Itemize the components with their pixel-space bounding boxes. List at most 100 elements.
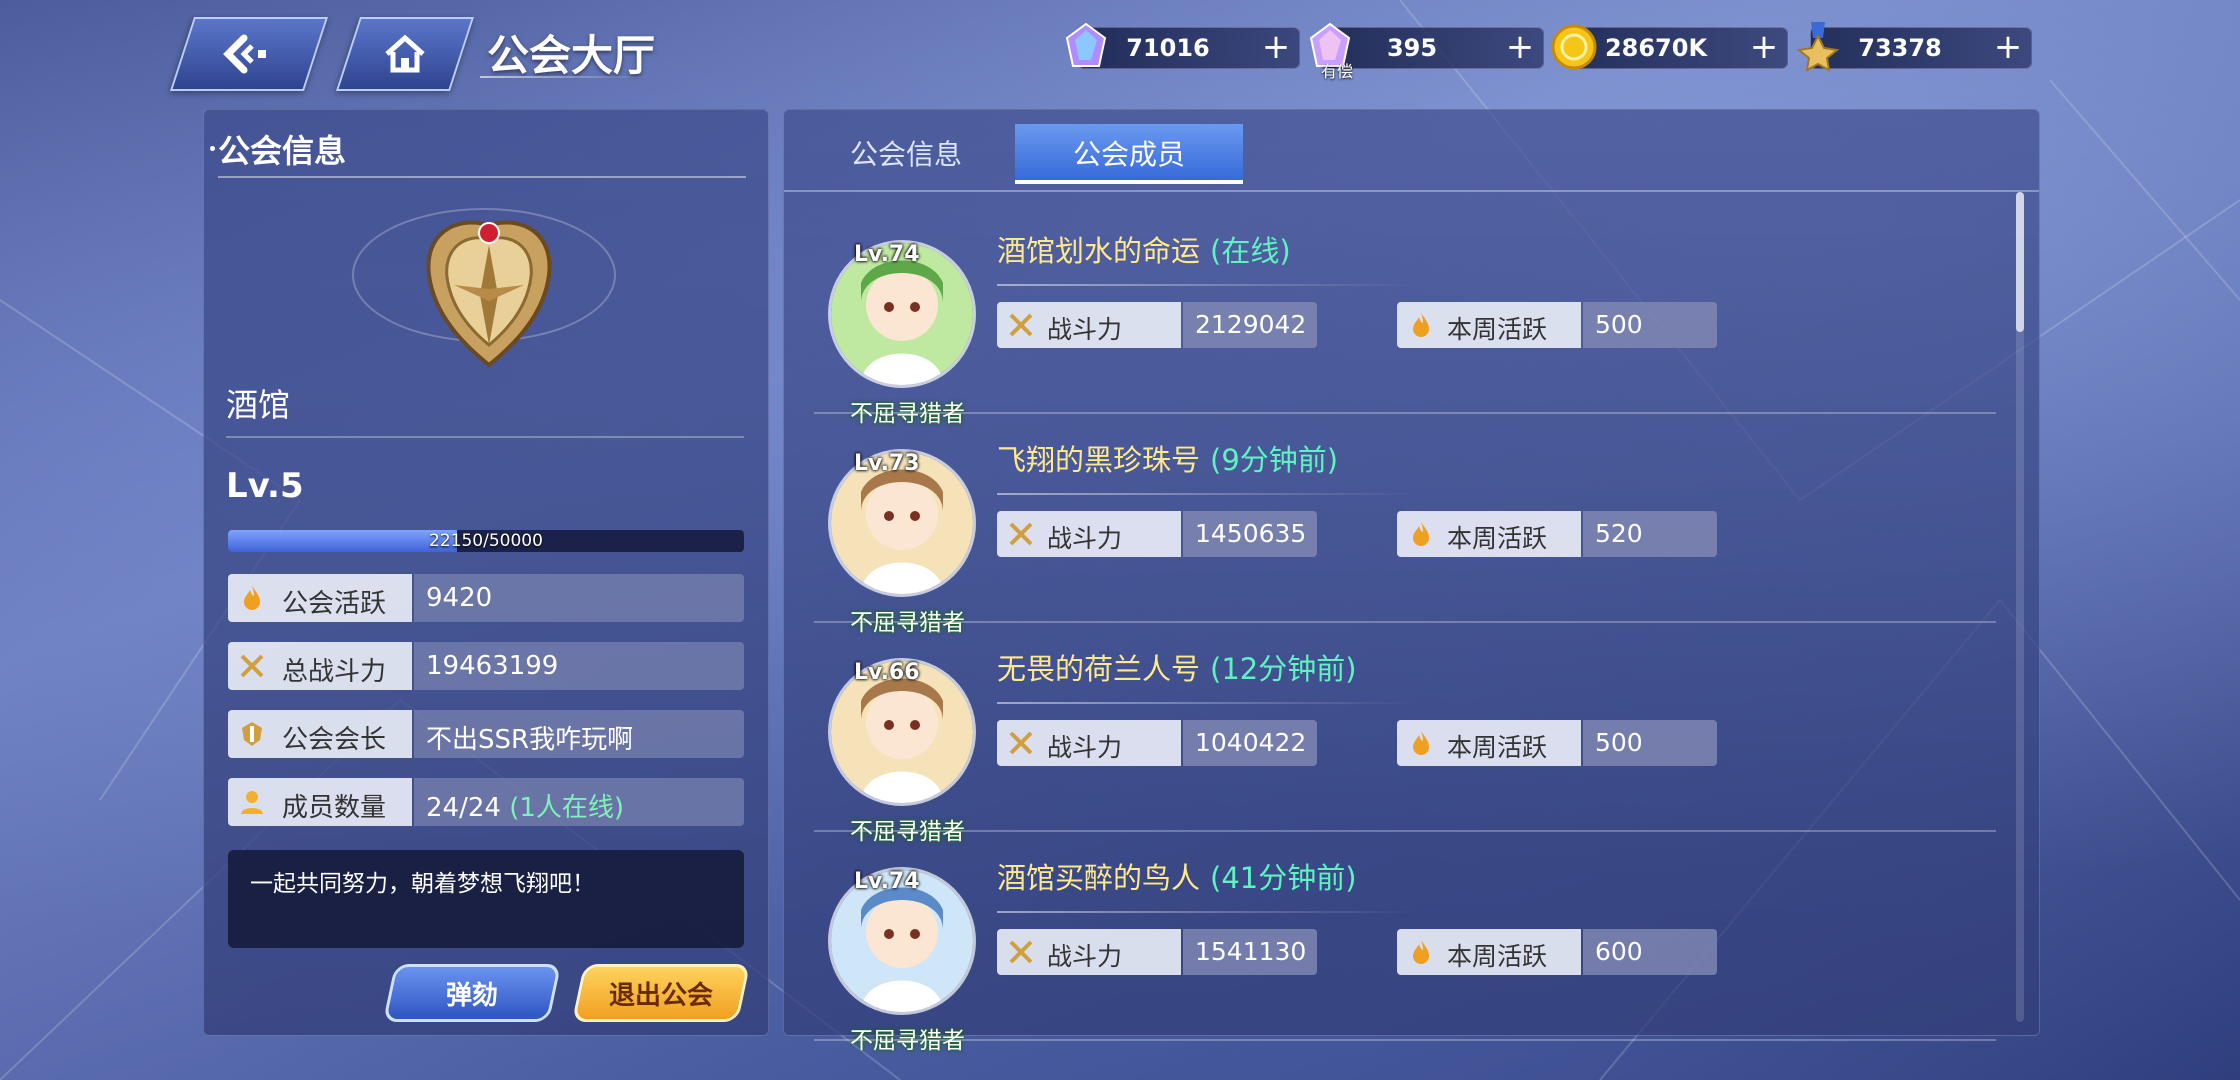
info-value-text: 9420	[426, 583, 493, 613]
guild-leader-row: 公会会长 不出SSR我咋玩啊	[228, 710, 744, 758]
guild-motto: 一起共同努力，朝着梦想飞翔吧！	[228, 850, 744, 948]
stat-label-text: 战斗力	[1047, 315, 1123, 344]
stat-label: 战斗力	[997, 302, 1181, 348]
stat-label: 本周活跃	[1397, 511, 1581, 557]
member-count: 24/24	[426, 793, 501, 823]
info-value: 9420	[414, 574, 744, 622]
member-power: 战斗力 1040422	[997, 720, 1317, 766]
member-divider	[814, 412, 1996, 414]
stat-value: 1450635	[1183, 511, 1317, 557]
stat-value-text: 1541130	[1195, 937, 1307, 966]
member-power: 战斗力 1541130	[997, 929, 1317, 975]
stat-value: 500	[1583, 720, 1717, 766]
member-row[interactable]: Lv.74 不屈寻猎者 酒馆买醉的鸟人 (41分钟前) 战斗力 1541130 本…	[794, 841, 2024, 1054]
member-weekly-activity: 本周活跃 520	[1397, 511, 1717, 557]
guild-crest-icon	[242, 722, 262, 746]
member-avatar[interactable]: Lv.73 不屈寻猎者	[822, 443, 976, 636]
member-avatar[interactable]: Lv.74 不屈寻猎者	[822, 861, 976, 1054]
stat-value-text: 600	[1595, 937, 1643, 966]
member-name-underline	[997, 702, 1417, 704]
info-label-text: 成员数量	[282, 793, 387, 823]
info-value-text: 19463199	[426, 651, 559, 681]
resource-medal: 73378 +	[1796, 22, 2032, 72]
add-gold-button[interactable]: +	[1747, 29, 1781, 67]
info-label-text: 公会会长	[282, 725, 387, 755]
member-divider	[814, 621, 1996, 623]
resource-paid-crystal: 有偿 395 +	[1309, 22, 1544, 81]
crossed-swords-icon	[240, 654, 264, 678]
guild-name: 酒馆	[226, 386, 291, 424]
member-name-line: 酒馆划水的命运 (在线)	[997, 228, 1291, 270]
stat-value-text: 1040422	[1195, 728, 1307, 757]
crossed-swords-icon	[1009, 940, 1033, 964]
resource-value: 73378	[1858, 34, 1942, 62]
member-row[interactable]: Lv.66 不屈寻猎者 无畏的荷兰人号 (12分钟前) 战斗力 1040422 本…	[794, 632, 2024, 845]
info-value: 19463199	[414, 642, 744, 690]
member-name: 酒馆划水的命运	[997, 234, 1201, 268]
member-name: 无畏的荷兰人号	[997, 652, 1201, 686]
stat-label-text: 战斗力	[1047, 942, 1123, 971]
member-name-underline	[997, 911, 1417, 913]
resource-value: 395	[1386, 34, 1438, 62]
stat-label: 本周活跃	[1397, 720, 1581, 766]
home-button[interactable]	[335, 17, 475, 91]
motto-text: 一起共同努力，朝着梦想飞翔吧！	[250, 871, 595, 897]
flame-icon	[1413, 731, 1429, 755]
member-avatar[interactable]: Lv.74 不屈寻猎者	[822, 234, 976, 427]
person-icon	[241, 791, 263, 814]
stat-value: 1040422	[1183, 720, 1317, 766]
leave-guild-button[interactable]: 退出公会	[571, 964, 751, 1022]
crossed-swords-icon	[1009, 522, 1033, 546]
member-count-row: 成员数量 24/24 (1人在线)	[228, 778, 744, 826]
stat-value-text: 2129042	[1195, 310, 1307, 339]
flame-icon	[244, 586, 260, 610]
member-avatar[interactable]: Lv.66 不屈寻猎者	[822, 652, 976, 845]
add-crystal-button[interactable]: +	[1259, 29, 1293, 67]
guild-exp-bar: 22150/50000	[228, 530, 744, 552]
member-level: Lv.74	[854, 242, 920, 267]
total-power-row: 总战斗力 19463199	[228, 642, 744, 690]
member-name-underline	[997, 493, 1417, 495]
member-name: 酒馆买醉的鸟人	[997, 861, 1201, 895]
tab-divider	[784, 190, 2039, 192]
stat-value-text: 520	[1595, 519, 1643, 548]
member-row[interactable]: Lv.74 不屈寻猎者 酒馆划水的命运 (在线) 战斗力 2129042 本周活跃	[794, 214, 2024, 427]
impeach-label: 弹劾	[445, 980, 498, 1011]
back-arrow-icon	[184, 19, 314, 89]
member-level: Lv.74	[854, 869, 920, 894]
member-name-line: 酒馆买醉的鸟人 (41分钟前)	[997, 855, 1357, 897]
stat-value-text: 500	[1595, 728, 1643, 757]
stat-label-text: 本周活跃	[1447, 733, 1548, 762]
stat-label: 战斗力	[997, 511, 1181, 557]
guild-info-panel: 公会信息 酒馆 Lv.5 22150/50000 公会活跃 9420 总战斗力 …	[203, 109, 769, 1036]
flame-icon	[1413, 522, 1429, 546]
guild-emblem-icon	[426, 220, 552, 368]
add-medal-button[interactable]: +	[1991, 29, 2025, 67]
guild-name-divider	[226, 436, 744, 438]
impeach-button[interactable]: 弹劾	[382, 964, 562, 1022]
stat-value-text: 1450635	[1195, 519, 1307, 548]
resource-value: 28670K	[1604, 34, 1708, 62]
member-power: 战斗力 2129042	[997, 302, 1317, 348]
member-name: 飞翔的黑珍珠号	[997, 443, 1201, 477]
info-value-text: 不出SSR我咋玩啊	[426, 725, 634, 755]
stat-label-text: 本周活跃	[1447, 942, 1548, 971]
tab-guild-info[interactable]: 公会信息	[792, 124, 1020, 182]
stat-value: 520	[1583, 511, 1717, 557]
member-row[interactable]: Lv.73 不屈寻猎者 飞翔的黑珍珠号 (9分钟前) 战斗力 1450635 本周…	[794, 423, 2024, 636]
info-value: 不出SSR我咋玩啊	[414, 710, 744, 758]
member-list-scrollbar[interactable]	[2016, 192, 2024, 1022]
member-power: 战斗力 1450635	[997, 511, 1317, 557]
leave-guild-label: 退出公会	[608, 980, 713, 1011]
active-tab-indicator	[1015, 180, 1243, 184]
back-button[interactable]	[169, 17, 329, 91]
add-paid-crystal-button[interactable]: +	[1503, 29, 1537, 67]
tab-guild-members[interactable]: 公会成员	[1015, 124, 1243, 182]
member-level: Lv.66	[854, 660, 920, 685]
scroll-thumb[interactable]	[2016, 192, 2024, 332]
stat-label-text: 战斗力	[1047, 733, 1123, 762]
info-label-text: 公会活跃	[282, 589, 387, 619]
member-status: (12分钟前)	[1210, 652, 1357, 686]
member-divider	[814, 1039, 1996, 1041]
member-level: Lv.73	[854, 451, 920, 476]
